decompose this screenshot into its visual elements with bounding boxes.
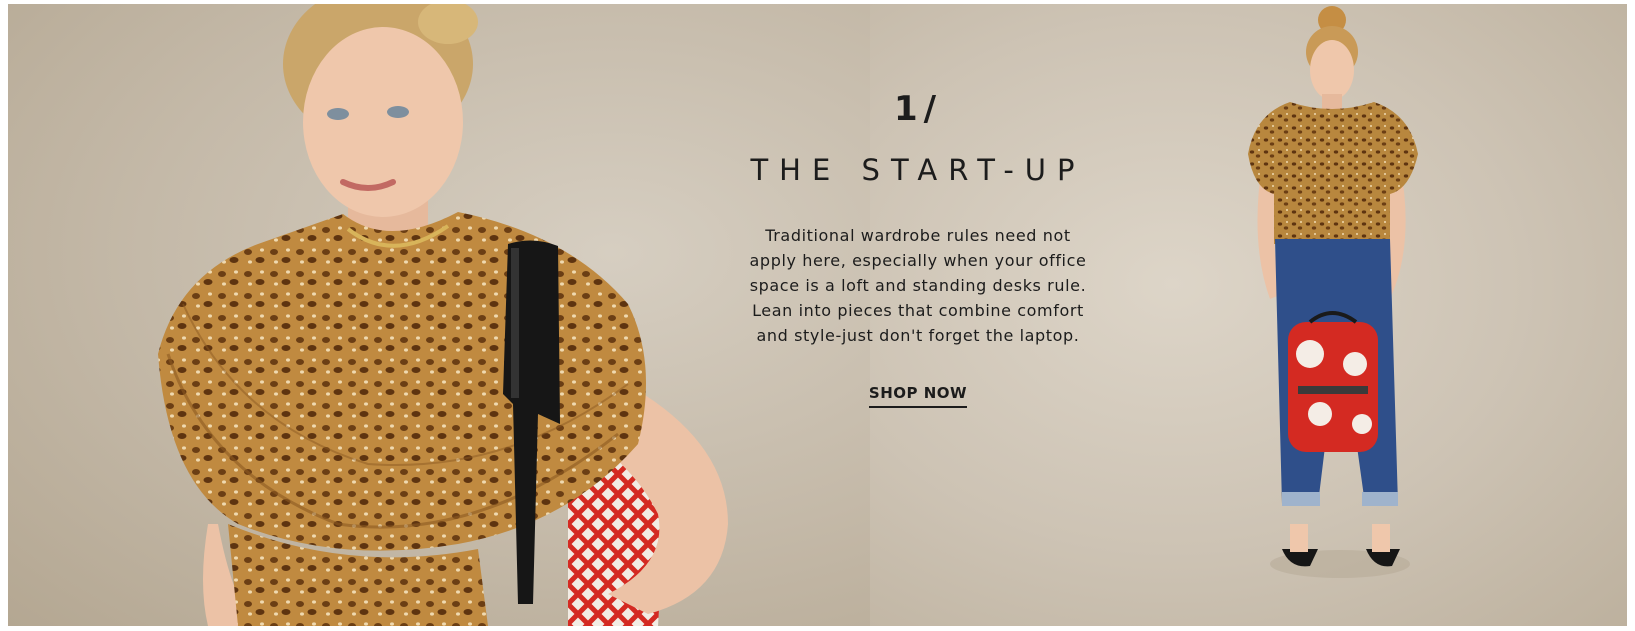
promo-description: Traditional wardrobe rules need not appl… [749,226,1087,345]
promo-title: THE START-UP [750,153,1086,187]
hero-banner[interactable]: 1/ THE START-UP Traditional wardrobe rul… [8,4,1627,626]
promo-number: 1/ [893,89,943,129]
promo-text-block: 1/ THE START-UP Traditional wardrobe rul… [708,92,1128,408]
shop-now-link[interactable]: SHOP NOW [868,384,968,408]
